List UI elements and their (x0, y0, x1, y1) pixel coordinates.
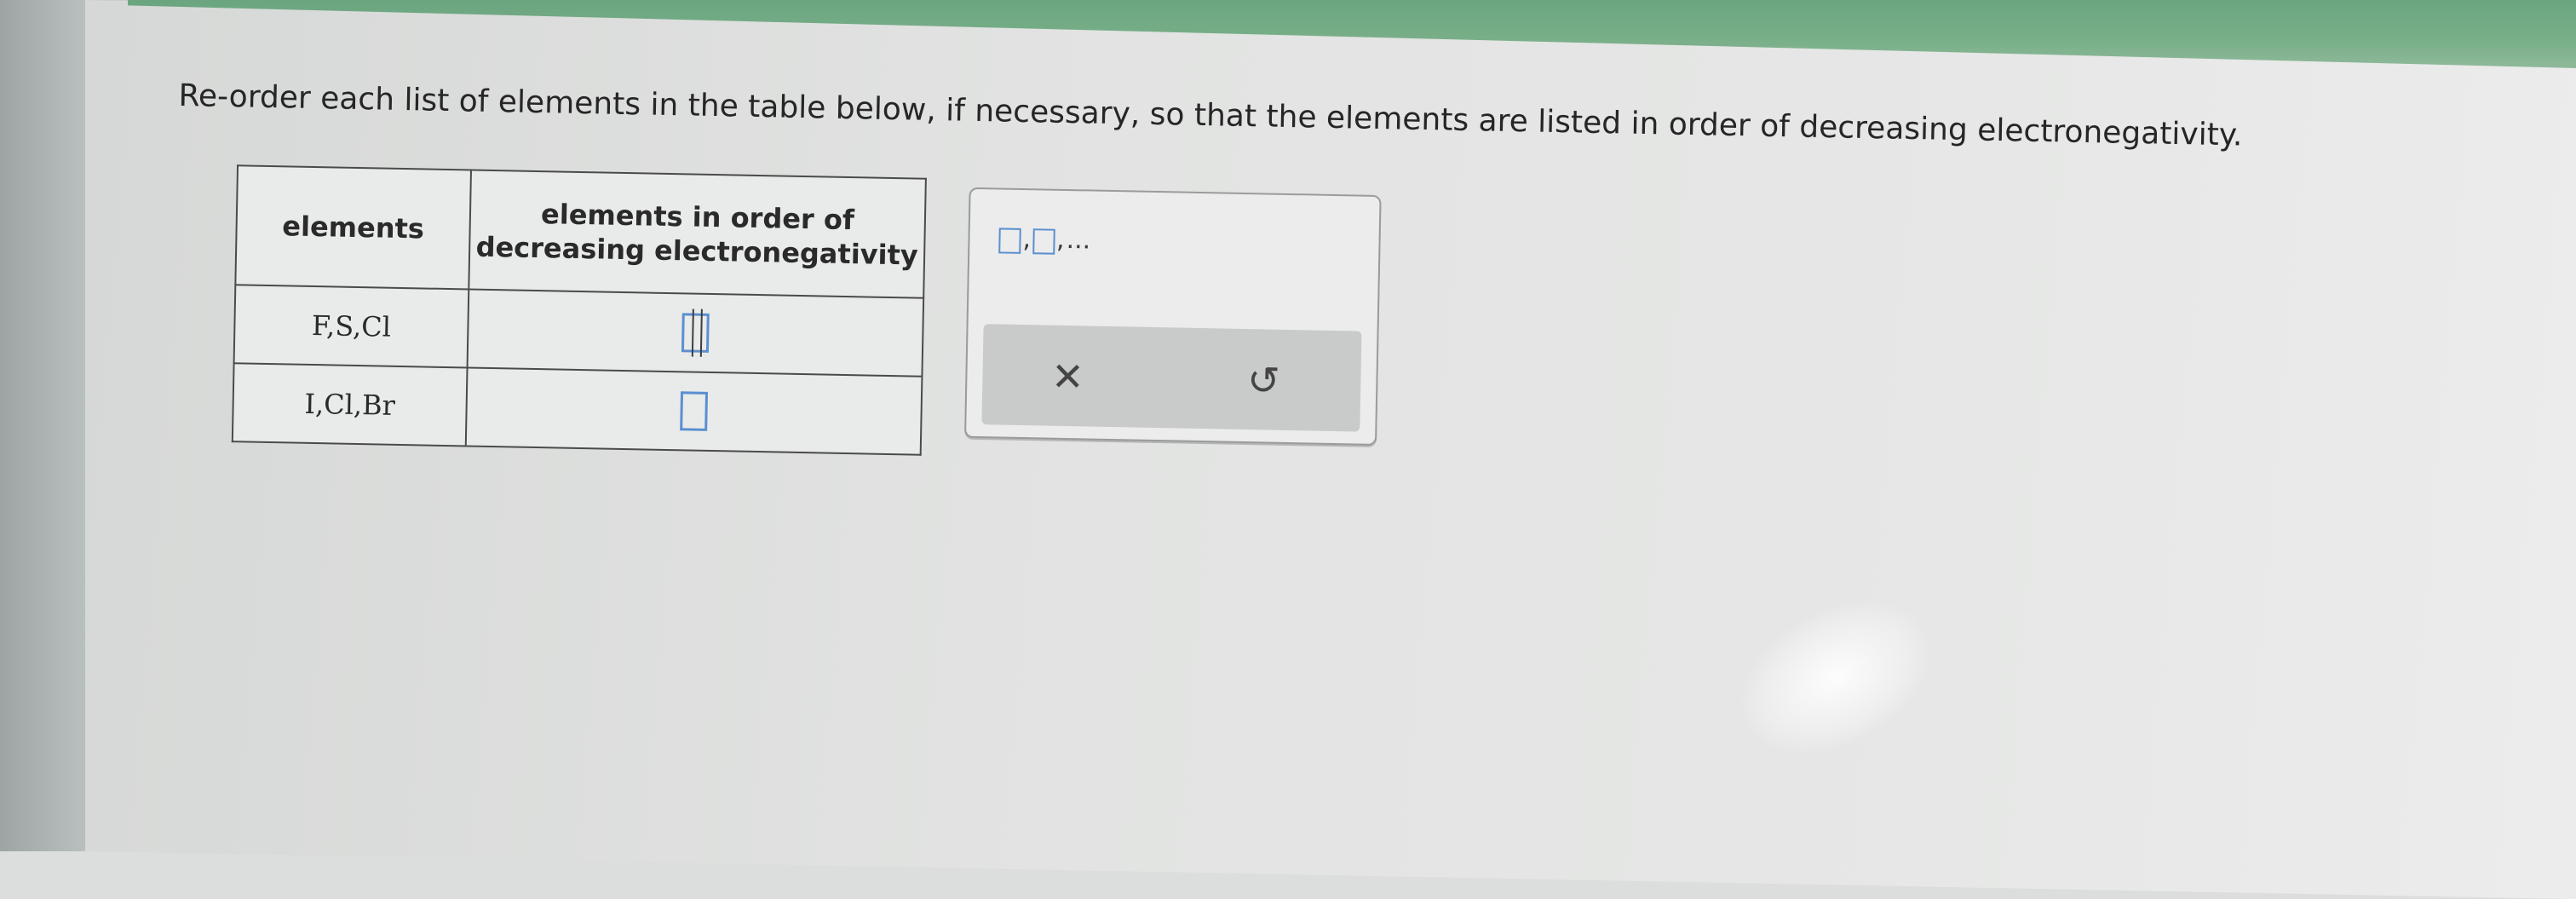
palette-action-bar: ✕ ↺ (981, 324, 1362, 432)
clear-x-icon: ✕ (1050, 353, 1085, 401)
answer-cell[interactable] (467, 289, 924, 377)
answer-box-icon (1032, 228, 1055, 255)
template-separator: , (1022, 223, 1032, 255)
answer-cell[interactable] (465, 367, 923, 455)
answer-input-box-2[interactable] (680, 391, 709, 431)
table-row: I,Cl,Br (232, 363, 923, 455)
table-header-row: elements elements in order of decreasing… (235, 165, 926, 298)
clear-button[interactable]: ✕ (1033, 342, 1103, 412)
header-decreasing-order: elements in order of decreasing electron… (469, 170, 926, 298)
question-content: Re-order each list of elements in the ta… (83, 77, 2478, 634)
answer-input-box-1[interactable] (681, 313, 710, 353)
header-elements: elements (235, 165, 471, 290)
undo-button[interactable]: ↺ (1229, 346, 1299, 416)
undo-icon: ↺ (1246, 357, 1281, 404)
table-row: F,S,Cl (233, 285, 924, 377)
row-elements-cell: F,S,Cl (233, 285, 469, 368)
list-template-button[interactable]: , , ... (998, 223, 1091, 256)
template-ellipsis: ... (1066, 224, 1091, 256)
answer-box-icon (998, 228, 1021, 254)
template-separator: , (1055, 224, 1065, 255)
answer-palette: , , ... ✕ ↺ (964, 187, 1382, 446)
elements-table: elements elements in order of decreasing… (231, 164, 927, 456)
row-elements-cell: I,Cl,Br (232, 363, 468, 447)
